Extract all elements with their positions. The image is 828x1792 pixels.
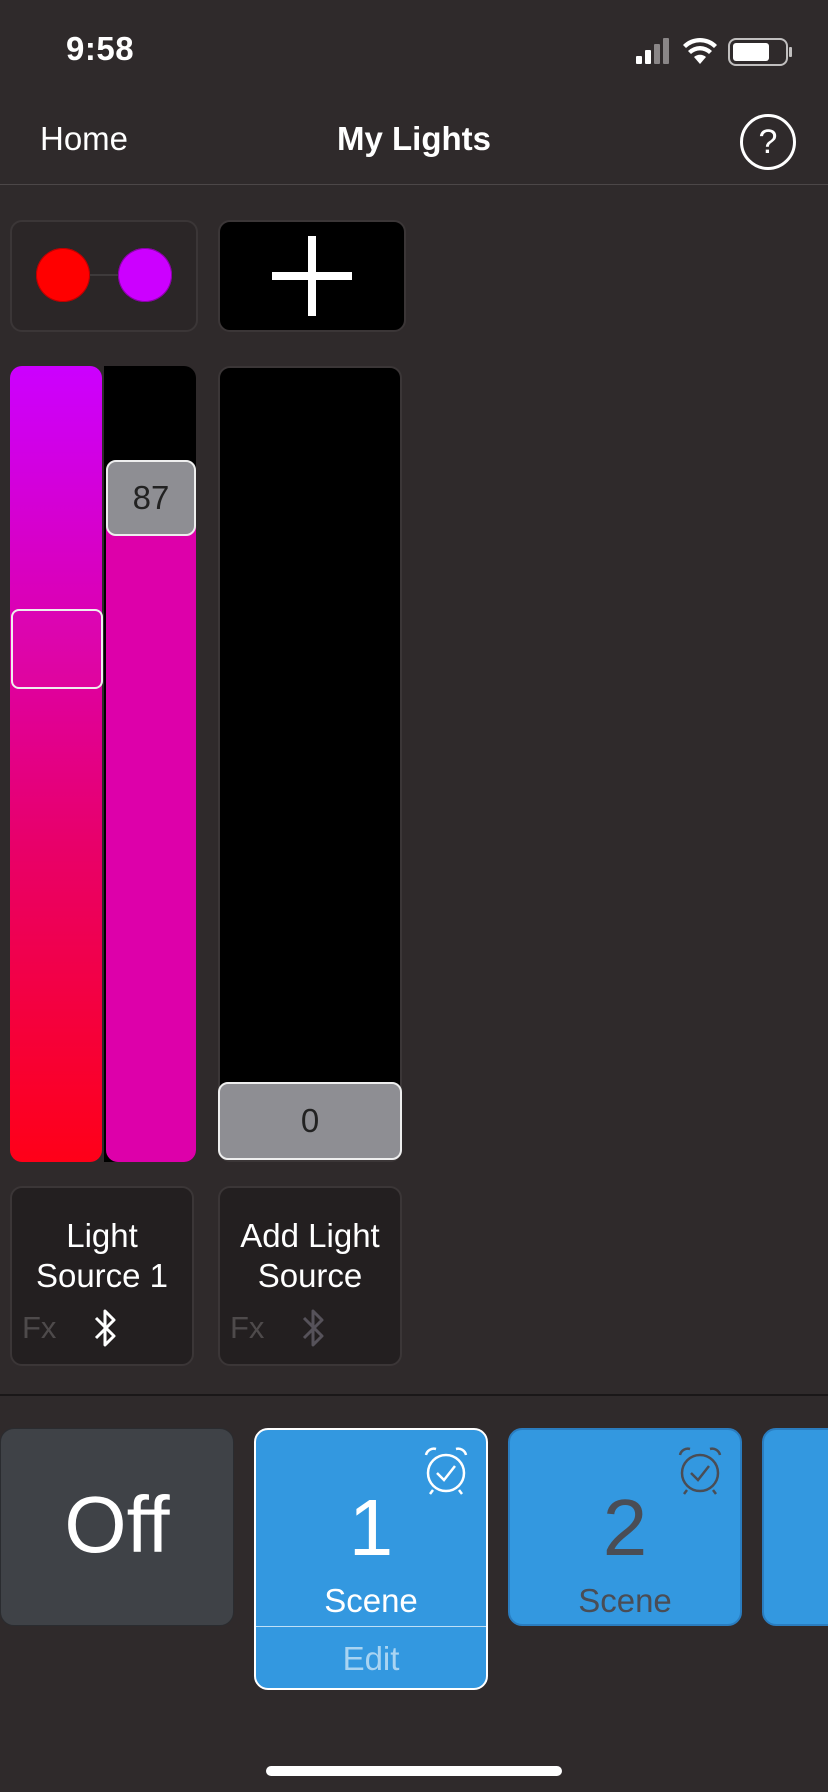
color-picker-tile[interactable] (10, 220, 198, 332)
color-dot-red[interactable] (36, 248, 90, 302)
light-source-card[interactable]: Light Source 1 Fx (10, 1186, 194, 1366)
fx-button[interactable]: Fx (230, 1310, 264, 1346)
question-mark-icon: ? (758, 122, 778, 161)
add-light-source-card[interactable]: Add Light Source Fx (218, 1186, 402, 1366)
scene-label: Scene (578, 1582, 672, 1619)
status-time: 9:58 (66, 30, 135, 67)
section-divider (0, 1394, 828, 1396)
color-dot-purple[interactable] (118, 248, 172, 302)
bluetooth-icon[interactable] (298, 1306, 328, 1350)
plus-icon (272, 236, 352, 316)
scene-2-button[interactable]: 2 Scene (508, 1428, 742, 1626)
wifi-icon (683, 37, 717, 64)
brightness-value: 87 (132, 478, 170, 516)
color-link-line (88, 274, 120, 276)
color-slider-handle[interactable] (11, 609, 103, 689)
brightness-slider-fill[interactable] (106, 469, 196, 1162)
home-indicator (266, 1766, 562, 1776)
add-source-slider-track[interactable] (218, 366, 402, 1162)
add-source-slider-handle[interactable]: 0 (218, 1082, 402, 1160)
help-button[interactable]: ? (740, 114, 796, 170)
color-gradient-slider[interactable] (10, 366, 102, 1162)
scene-number: 2 (602, 1483, 648, 1572)
scene-label: Scene (324, 1582, 418, 1619)
add-source-brightness-value: 0 (300, 1102, 320, 1139)
battery-icon (728, 38, 792, 66)
add-light-button[interactable] (218, 220, 406, 332)
scene-edit-button[interactable]: Edit (256, 1640, 486, 1678)
fx-button[interactable]: Fx (22, 1310, 56, 1346)
page-title: My Lights (337, 120, 491, 157)
scene-edit-divider (256, 1626, 486, 1627)
brightness-slider-handle[interactable]: 87 (106, 459, 196, 536)
status-icons (636, 37, 792, 66)
scene-3-button[interactable] (762, 1428, 828, 1626)
light-source-name: Add Light Source (240, 1217, 380, 1294)
bluetooth-icon[interactable] (90, 1306, 120, 1350)
light-source-name: Light Source 1 (35, 1217, 169, 1294)
scene-number: 1 (348, 1483, 394, 1572)
nav-divider (0, 184, 828, 185)
scene-off-button[interactable]: Off (0, 1428, 234, 1626)
scene-off-label: Off (64, 1480, 170, 1569)
scene-1-button[interactable]: 1 Scene Edit (254, 1428, 488, 1690)
cellular-signal-icon (636, 38, 669, 64)
